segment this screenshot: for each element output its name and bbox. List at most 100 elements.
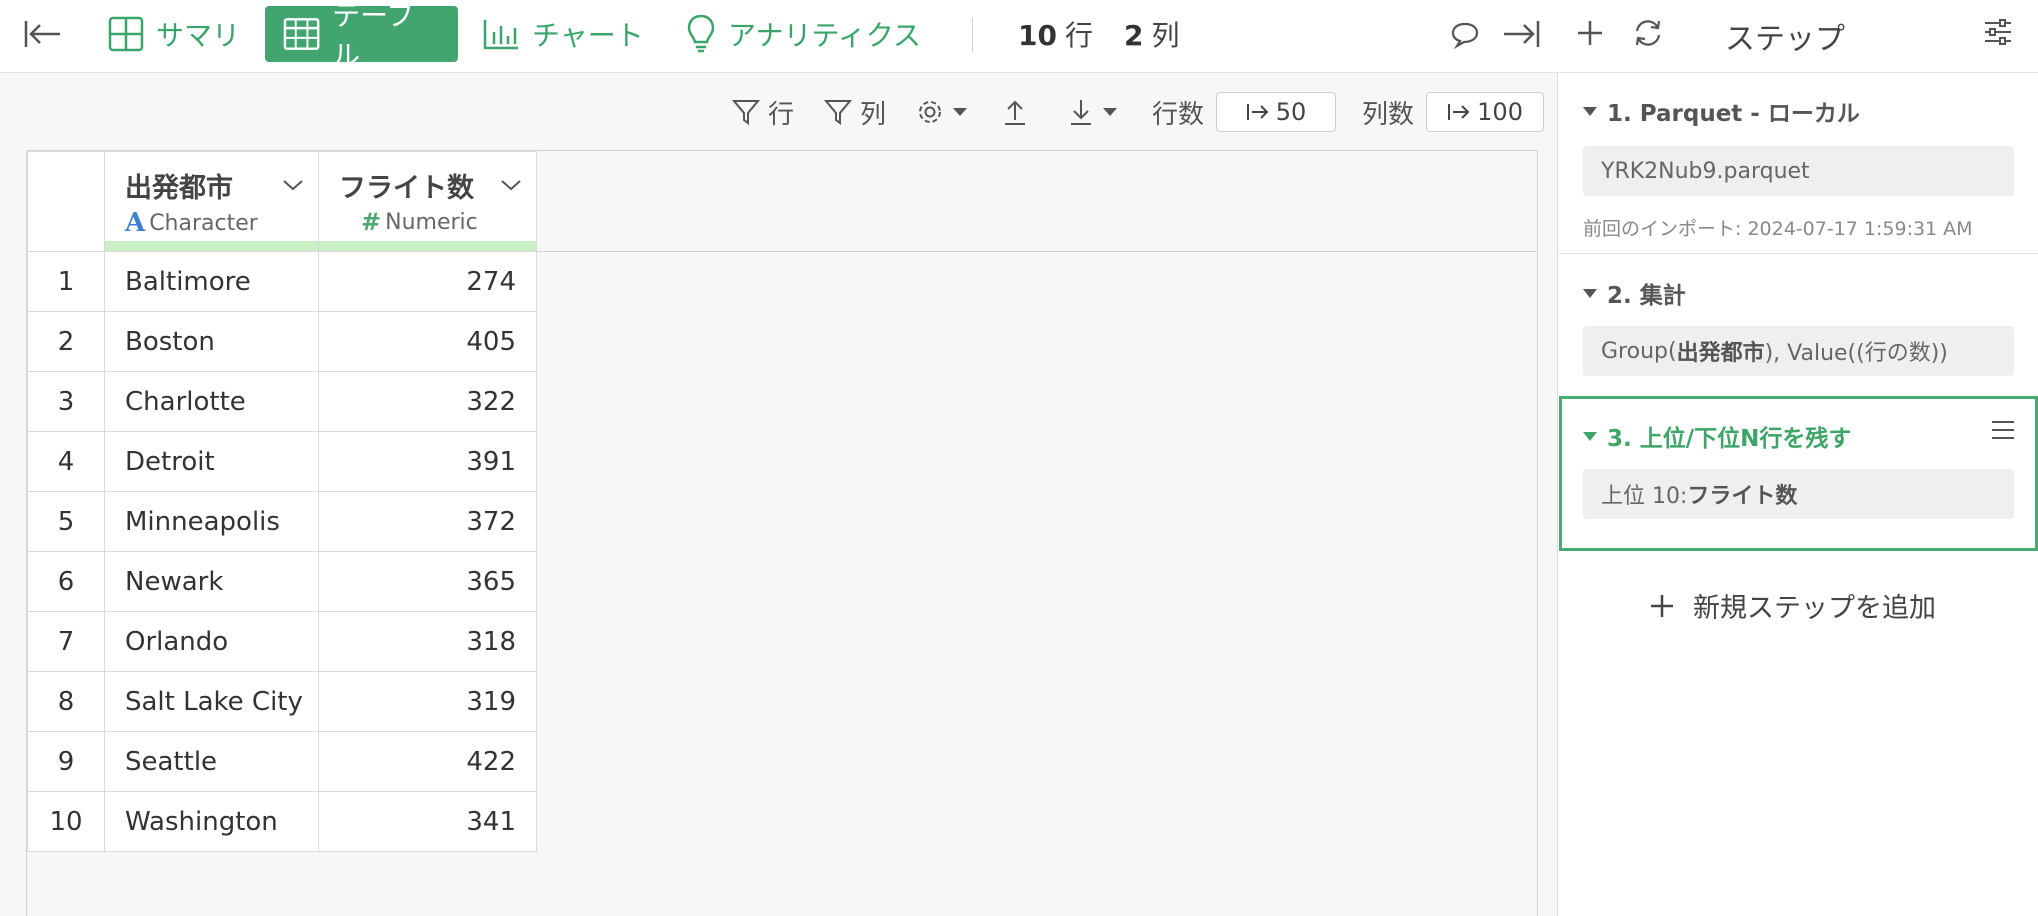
flights-cell[interactable]: 405 bbox=[318, 311, 537, 372]
add-step-label: 新規ステップを追加 bbox=[1693, 593, 1936, 624]
row-number: 10 bbox=[27, 791, 105, 852]
gear-icon bbox=[919, 101, 942, 123]
city-cell[interactable]: Newark bbox=[104, 551, 319, 612]
table-row[interactable]: 1 Baltimore 274 bbox=[27, 251, 537, 312]
city-cell[interactable]: Seattle bbox=[104, 731, 319, 792]
column-header-flights[interactable]: フライト数 # Numeric bbox=[318, 151, 537, 252]
main-area: サマリ テーブル チャート アナリティクス 10 行 2 列 行 列 行数 50… bbox=[0, 0, 1558, 916]
collapse-left-icon[interactable] bbox=[22, 16, 64, 52]
city-cell[interactable]: Orlando bbox=[104, 611, 319, 672]
table-row[interactable]: 9 Seattle 422 bbox=[27, 731, 537, 792]
flights-cell[interactable]: 319 bbox=[318, 671, 537, 732]
row-limit-value: 50 bbox=[1275, 98, 1307, 126]
row-filter-button[interactable]: 行 bbox=[732, 94, 794, 131]
city-cell[interactable]: Salt Lake City bbox=[104, 671, 319, 732]
limit-arrow-icon bbox=[1246, 104, 1269, 120]
flights-cell[interactable]: 318 bbox=[318, 611, 537, 672]
step-1[interactable]: 1. Parquet - ローカル YRK2Nub9.parquet 前回のイン… bbox=[1559, 74, 2038, 254]
tab-summary[interactable]: サマリ bbox=[90, 6, 258, 62]
tab-summary-label: サマリ bbox=[156, 19, 241, 52]
table-row[interactable]: 4 Detroit 391 bbox=[27, 431, 537, 492]
column-count: 2 列 bbox=[1124, 14, 1180, 54]
caret-down-icon bbox=[1583, 288, 1597, 298]
row-number: 5 bbox=[27, 491, 105, 552]
data-table: 出発都市 A Character フライト数 # Numeric 1 Balti… bbox=[27, 151, 537, 852]
limit-arrow-icon bbox=[1448, 104, 1470, 120]
row-number: 4 bbox=[27, 431, 105, 492]
tab-chart[interactable]: チャート bbox=[464, 6, 662, 62]
import-dropdown[interactable] bbox=[1068, 98, 1118, 126]
sliders-icon[interactable] bbox=[1983, 18, 2017, 52]
table-row[interactable]: 3 Charlotte 322 bbox=[27, 371, 537, 432]
city-cell[interactable]: Detroit bbox=[104, 431, 319, 492]
step-2-header[interactable]: 2. 集計 bbox=[1583, 276, 1686, 310]
column-header-city[interactable]: 出発都市 A Character bbox=[104, 151, 319, 252]
table-row[interactable]: 10 Washington 341 bbox=[27, 791, 537, 852]
row-limit-label: 行数 bbox=[1152, 99, 1205, 130]
row-limit-input[interactable]: 50 bbox=[1216, 92, 1337, 132]
column-count-value: 2 bbox=[1124, 19, 1144, 52]
flights-cell[interactable]: 322 bbox=[318, 371, 537, 432]
data-grid: 出発都市 A Character フライト数 # Numeric 1 Balti… bbox=[26, 150, 1538, 916]
flights-cell[interactable]: 274 bbox=[318, 251, 537, 312]
step-1-header[interactable]: 1. Parquet - ローカル bbox=[1583, 94, 1860, 128]
step-3[interactable]: 3. 上位/下位N行を残す 上位 10: フライト数 bbox=[1559, 396, 2038, 551]
tab-table[interactable]: テーブル bbox=[265, 0, 458, 72]
corner-cell bbox=[27, 151, 105, 252]
row-number: 2 bbox=[27, 311, 105, 372]
tab-analytics[interactable]: アナリティクス bbox=[668, 6, 939, 62]
tab-analytics-label: アナリティクス bbox=[728, 19, 921, 52]
flights-cell[interactable]: 365 bbox=[318, 551, 537, 612]
step-2-detail[interactable]: Group(出発都市), Value((行の数)) bbox=[1583, 326, 2014, 376]
top-bar: サマリ テーブル チャート アナリティクス 10 行 2 列 bbox=[0, 0, 1558, 73]
add-step-button[interactable]: 新規ステップを追加 bbox=[1649, 586, 1936, 625]
row-number: 9 bbox=[27, 731, 105, 792]
table-row[interactable]: 2 Boston 405 bbox=[27, 311, 537, 372]
city-cell[interactable]: Washington bbox=[104, 791, 319, 852]
city-cell[interactable]: Charlotte bbox=[104, 371, 319, 432]
flights-cell[interactable]: 372 bbox=[318, 491, 537, 552]
row-number: 1 bbox=[27, 251, 105, 312]
city-cell[interactable]: Baltimore bbox=[104, 251, 319, 312]
row-number: 8 bbox=[27, 671, 105, 732]
column-limit-value: 100 bbox=[1477, 98, 1523, 126]
table-grid-icon bbox=[283, 18, 320, 50]
table-row[interactable]: 5 Minneapolis 372 bbox=[27, 491, 537, 552]
step-2[interactable]: 2. 集計 Group(出発都市), Value((行の数)) bbox=[1559, 254, 2038, 394]
flights-cell[interactable]: 341 bbox=[318, 791, 537, 852]
settings-dropdown[interactable] bbox=[916, 98, 968, 126]
flights-cell[interactable]: 422 bbox=[318, 731, 537, 792]
refresh-icon[interactable] bbox=[1631, 18, 1667, 52]
column-name: 出発都市 bbox=[125, 173, 233, 204]
table-row[interactable]: 8 Salt Lake City 319 bbox=[27, 671, 537, 732]
flights-cell[interactable]: 391 bbox=[318, 431, 537, 492]
tab-chart-label: チャート bbox=[532, 19, 644, 52]
collapse-right-icon[interactable] bbox=[1500, 16, 1542, 52]
divider bbox=[972, 18, 973, 52]
table-toolbar: 行 列 行数 50 列数 100 bbox=[732, 90, 1545, 134]
chevron-down-icon[interactable] bbox=[282, 178, 304, 192]
menu-icon[interactable] bbox=[1990, 419, 2020, 445]
table-row[interactable]: 7 Orlando 318 bbox=[27, 611, 537, 672]
step-1-title: 1. Parquet - ローカル bbox=[1607, 101, 1860, 127]
city-cell[interactable]: Minneapolis bbox=[104, 491, 319, 552]
tab-table-label: テーブル bbox=[332, 0, 415, 72]
plus-icon[interactable] bbox=[1575, 18, 1609, 52]
table-row[interactable]: 6 Newark 365 bbox=[27, 551, 537, 612]
steps-title: ステップ bbox=[1725, 22, 1845, 57]
step-1-detail[interactable]: YRK2Nub9.parquet bbox=[1583, 146, 2014, 196]
step-3-detail[interactable]: 上位 10: フライト数 bbox=[1583, 469, 2014, 519]
chevron-down-icon[interactable] bbox=[500, 178, 522, 192]
caret-down-icon bbox=[1103, 108, 1118, 116]
step-3-detail-column: フライト数 bbox=[1687, 484, 1798, 509]
city-cell[interactable]: Boston bbox=[104, 311, 319, 372]
export-button[interactable] bbox=[1002, 98, 1028, 126]
step-1-file: YRK2Nub9.parquet bbox=[1601, 158, 1810, 184]
column-limit-input[interactable]: 100 bbox=[1426, 92, 1545, 132]
step-2-detail-pre: Group( bbox=[1601, 338, 1677, 364]
step-3-header[interactable]: 3. 上位/下位N行を残す bbox=[1583, 419, 1851, 453]
row-count: 10 行 bbox=[1018, 14, 1093, 54]
column-filter-button[interactable]: 列 bbox=[824, 94, 886, 131]
column-type: A Character bbox=[125, 208, 258, 238]
comment-icon[interactable] bbox=[1448, 18, 1482, 52]
